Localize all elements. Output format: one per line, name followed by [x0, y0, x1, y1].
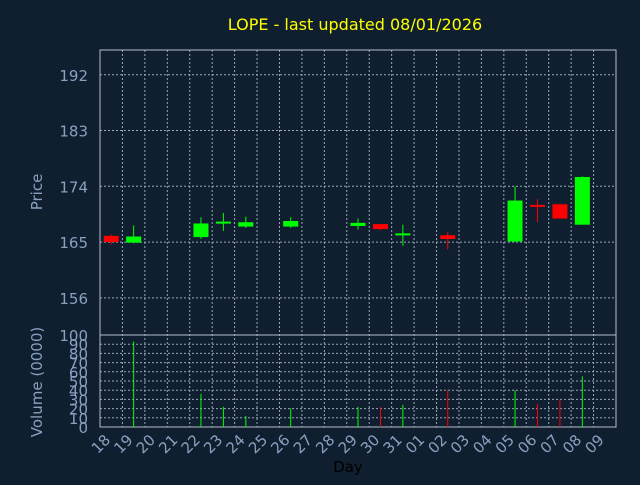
day-tick-label: 09 [581, 431, 607, 457]
candle-body [103, 235, 119, 243]
candle-body [372, 224, 388, 230]
day-axis-label: Day [333, 458, 363, 476]
candle-body [350, 222, 366, 226]
volume-axis-label: Volume (0000) [28, 327, 46, 437]
candle-body [529, 204, 545, 207]
candle-body [507, 200, 523, 242]
candle-body [395, 233, 411, 236]
candle-body [574, 177, 590, 225]
price-axis-label: Price [28, 174, 46, 211]
price-tick-label: 174 [59, 178, 88, 196]
price-tick-label: 183 [59, 123, 88, 141]
price-tick-label: 165 [59, 234, 88, 252]
candle-body [552, 204, 568, 219]
price-panel-frame [99, 49, 617, 336]
chart-title: LOPE - last updated 08/01/2026 [228, 15, 482, 34]
candle-body [215, 221, 231, 224]
price-tick-label: 156 [59, 290, 88, 308]
chart-svg: LOPE - last updated 08/01/2026 Price Vol… [28, 15, 617, 476]
candle-body [283, 221, 299, 227]
stock-chart: LOPE - last updated 08/01/2026 Price Vol… [0, 0, 640, 480]
candle-body [238, 222, 254, 227]
volume-tick-label: 100 [59, 327, 88, 345]
candle-body [193, 223, 209, 238]
candle-body [126, 236, 142, 243]
candle-body [440, 235, 456, 239]
price-tick-label: 192 [59, 67, 88, 85]
